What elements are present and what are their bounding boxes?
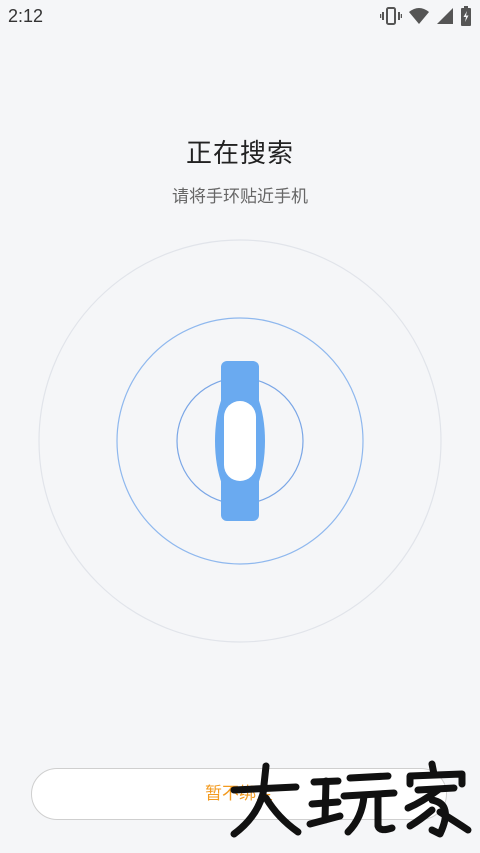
status-icons xyxy=(380,6,472,26)
status-time: 2:12 xyxy=(8,6,44,26)
page-title: 正在搜索 xyxy=(185,139,294,169)
signal-icon xyxy=(436,7,454,25)
skip-bind-label: 暂不绑定 xyxy=(205,784,273,804)
vibrate-icon xyxy=(380,6,402,26)
battery-charging-icon xyxy=(460,6,472,26)
page-subtitle: 请将手环贴近手机 xyxy=(172,187,308,207)
status-bar: 2:12 xyxy=(0,0,480,34)
skip-bind-button[interactable]: 暂不绑定 xyxy=(31,768,447,820)
search-radar xyxy=(36,239,444,645)
fitness-band-icon xyxy=(215,361,265,521)
wifi-icon xyxy=(408,7,430,25)
